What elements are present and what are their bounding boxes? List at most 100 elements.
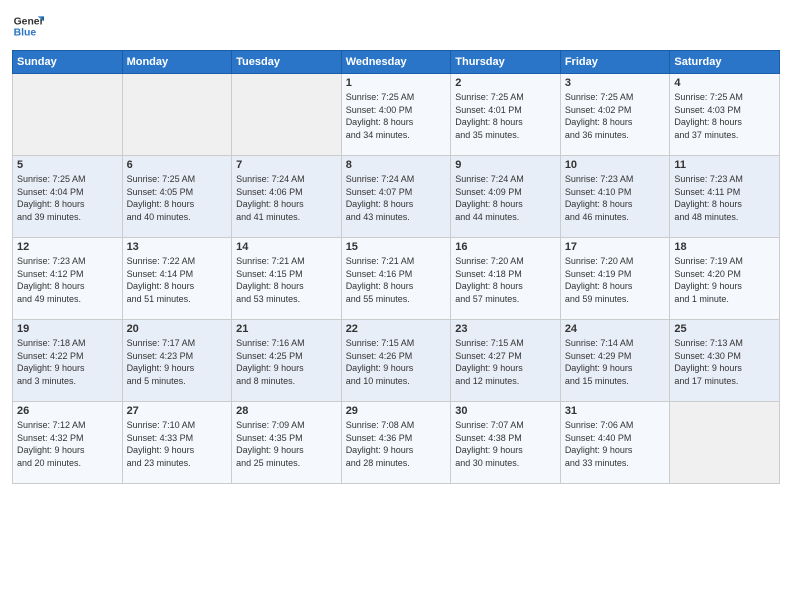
day-number: 22: [346, 323, 447, 335]
weekday-header-friday: Friday: [560, 51, 670, 74]
weekday-header-saturday: Saturday: [670, 51, 780, 74]
day-number: 6: [127, 159, 228, 171]
day-number: 25: [674, 323, 775, 335]
calendar-cell: 4Sunrise: 7:25 AM Sunset: 4:03 PM Daylig…: [670, 74, 780, 156]
calendar-cell: 3Sunrise: 7:25 AM Sunset: 4:02 PM Daylig…: [560, 74, 670, 156]
day-number: 16: [455, 241, 556, 253]
calendar-cell: [670, 402, 780, 484]
day-info: Sunrise: 7:08 AM Sunset: 4:36 PM Dayligh…: [346, 419, 447, 469]
logo-icon: General Blue: [12, 10, 44, 42]
svg-text:Blue: Blue: [14, 28, 37, 39]
calendar-table: SundayMondayTuesdayWednesdayThursdayFrid…: [12, 50, 780, 484]
calendar-cell: 31 Sunrise: 7:06 AM Sunset: 4:40 PM Dayli…: [560, 402, 670, 484]
calendar-cell: 20 Sunrise: 7:17 AM Sunset: 4:23 PM Dayli…: [122, 320, 232, 402]
day-info: Sunrise: 7:06 AM Sunset: 4:40 PM Dayligh…: [565, 419, 666, 469]
weekday-header-row: SundayMondayTuesdayWednesdayThursdayFrid…: [13, 51, 780, 74]
calendar-cell: 24Sunrise: 7:14 AM Sunset: 4:29 PM Dayli…: [560, 320, 670, 402]
day-info: Sunrise: 7:25 AM Sunset: 4:00 PM Dayligh…: [346, 91, 447, 141]
day-number: 23: [455, 323, 556, 335]
day-number: 24: [565, 323, 666, 335]
calendar-cell: 15 Sunrise: 7:21 AM Sunset: 4:16 PM Dayli…: [341, 238, 451, 320]
day-number: 12: [17, 241, 118, 253]
calendar-cell: [13, 74, 123, 156]
day-info: Sunrise: 7:25 AM Sunset: 4:03 PM Dayligh…: [674, 91, 775, 141]
day-info: Sunrise: 7:25 AM Sunset: 4:04 PM Dayligh…: [17, 173, 118, 223]
day-number: 26: [17, 405, 118, 417]
day-number: 29: [346, 405, 447, 417]
day-number: 8: [346, 159, 447, 171]
day-number: 10: [565, 159, 666, 171]
calendar-cell: 19Sunrise: 7:18 AM Sunset: 4:22 PM Dayli…: [13, 320, 123, 402]
day-info: Sunrise: 7:23 AM Sunset: 4:11 PM Dayligh…: [674, 173, 775, 223]
day-number: 9: [455, 159, 556, 171]
day-info: Sunrise: 7:23 AM Sunset: 4:10 PM Dayligh…: [565, 173, 666, 223]
calendar-cell: 23 Sunrise: 7:15 AM Sunset: 4:27 PM Dayli…: [451, 320, 561, 402]
day-info: Sunrise: 7:10 AM Sunset: 4:33 PM Dayligh…: [127, 419, 228, 469]
calendar-week-row: 19Sunrise: 7:18 AM Sunset: 4:22 PM Dayli…: [13, 320, 780, 402]
day-info: Sunrise: 7:19 AM Sunset: 4:20 PM Dayligh…: [674, 255, 775, 305]
calendar-cell: 11Sunrise: 7:23 AM Sunset: 4:11 PM Dayli…: [670, 156, 780, 238]
calendar-cell: 13Sunrise: 7:22 AM Sunset: 4:14 PM Dayli…: [122, 238, 232, 320]
calendar-cell: [122, 74, 232, 156]
weekday-header-wednesday: Wednesday: [341, 51, 451, 74]
day-info: Sunrise: 7:25 AM Sunset: 4:01 PM Dayligh…: [455, 91, 556, 141]
day-info: Sunrise: 7:24 AM Sunset: 4:09 PM Dayligh…: [455, 173, 556, 223]
calendar-cell: 27 Sunrise: 7:10 AM Sunset: 4:33 PM Dayli…: [122, 402, 232, 484]
weekday-header-monday: Monday: [122, 51, 232, 74]
calendar-cell: 5 Sunrise: 7:25 AM Sunset: 4:04 PM Daylig…: [13, 156, 123, 238]
day-info: Sunrise: 7:15 AM Sunset: 4:27 PM Dayligh…: [455, 337, 556, 387]
day-number: 28: [236, 405, 337, 417]
day-info: Sunrise: 7:16 AM Sunset: 4:25 PM Dayligh…: [236, 337, 337, 387]
weekday-header-thursday: Thursday: [451, 51, 561, 74]
day-info: Sunrise: 7:25 AM Sunset: 4:05 PM Dayligh…: [127, 173, 228, 223]
header: General Blue: [12, 10, 780, 42]
day-info: Sunrise: 7:09 AM Sunset: 4:35 PM Dayligh…: [236, 419, 337, 469]
calendar-week-row: 26 Sunrise: 7:12 AM Sunset: 4:32 PM Dayli…: [13, 402, 780, 484]
day-number: 18: [674, 241, 775, 253]
calendar-cell: 26 Sunrise: 7:12 AM Sunset: 4:32 PM Dayli…: [13, 402, 123, 484]
calendar-cell: 18 Sunrise: 7:19 AM Sunset: 4:20 PM Dayli…: [670, 238, 780, 320]
logo: General Blue: [12, 10, 44, 42]
calendar-cell: 6 Sunrise: 7:25 AM Sunset: 4:05 PM Daylig…: [122, 156, 232, 238]
calendar-cell: 10 Sunrise: 7:23 AM Sunset: 4:10 PM Dayli…: [560, 156, 670, 238]
calendar-cell: 7 Sunrise: 7:24 AM Sunset: 4:06 PM Daylig…: [232, 156, 342, 238]
day-number: 3: [565, 77, 666, 89]
day-info: Sunrise: 7:12 AM Sunset: 4:32 PM Dayligh…: [17, 419, 118, 469]
weekday-header-tuesday: Tuesday: [232, 51, 342, 74]
calendar-cell: 29 Sunrise: 7:08 AM Sunset: 4:36 PM Dayli…: [341, 402, 451, 484]
calendar-cell: 30Sunrise: 7:07 AM Sunset: 4:38 PM Dayli…: [451, 402, 561, 484]
day-info: Sunrise: 7:24 AM Sunset: 4:06 PM Dayligh…: [236, 173, 337, 223]
calendar-cell: 22Sunrise: 7:15 AM Sunset: 4:26 PM Dayli…: [341, 320, 451, 402]
calendar-week-row: 5 Sunrise: 7:25 AM Sunset: 4:04 PM Daylig…: [13, 156, 780, 238]
day-number: 7: [236, 159, 337, 171]
day-number: 30: [455, 405, 556, 417]
day-info: Sunrise: 7:22 AM Sunset: 4:14 PM Dayligh…: [127, 255, 228, 305]
day-number: 14: [236, 241, 337, 253]
day-number: 15: [346, 241, 447, 253]
day-number: 21: [236, 323, 337, 335]
day-info: Sunrise: 7:24 AM Sunset: 4:07 PM Dayligh…: [346, 173, 447, 223]
day-info: Sunrise: 7:21 AM Sunset: 4:16 PM Dayligh…: [346, 255, 447, 305]
day-number: 31: [565, 405, 666, 417]
calendar-cell: 1Sunrise: 7:25 AM Sunset: 4:00 PM Daylig…: [341, 74, 451, 156]
day-number: 5: [17, 159, 118, 171]
calendar-cell: 2 Sunrise: 7:25 AM Sunset: 4:01 PM Daylig…: [451, 74, 561, 156]
calendar-cell: [232, 74, 342, 156]
day-info: Sunrise: 7:13 AM Sunset: 4:30 PM Dayligh…: [674, 337, 775, 387]
day-info: Sunrise: 7:20 AM Sunset: 4:19 PM Dayligh…: [565, 255, 666, 305]
day-info: Sunrise: 7:21 AM Sunset: 4:15 PM Dayligh…: [236, 255, 337, 305]
day-number: 19: [17, 323, 118, 335]
calendar-cell: 12 Sunrise: 7:23 AM Sunset: 4:12 PM Dayli…: [13, 238, 123, 320]
day-number: 27: [127, 405, 228, 417]
day-number: 2: [455, 77, 556, 89]
calendar-cell: 17 Sunrise: 7:20 AM Sunset: 4:19 PM Dayli…: [560, 238, 670, 320]
day-number: 17: [565, 241, 666, 253]
calendar-cell: 16Sunrise: 7:20 AM Sunset: 4:18 PM Dayli…: [451, 238, 561, 320]
day-number: 20: [127, 323, 228, 335]
day-info: Sunrise: 7:17 AM Sunset: 4:23 PM Dayligh…: [127, 337, 228, 387]
svg-text:General: General: [14, 16, 44, 27]
calendar-cell: 9 Sunrise: 7:24 AM Sunset: 4:09 PM Daylig…: [451, 156, 561, 238]
calendar-week-row: 1Sunrise: 7:25 AM Sunset: 4:00 PM Daylig…: [13, 74, 780, 156]
day-info: Sunrise: 7:23 AM Sunset: 4:12 PM Dayligh…: [17, 255, 118, 305]
calendar-cell: 28 Sunrise: 7:09 AM Sunset: 4:35 PM Dayli…: [232, 402, 342, 484]
